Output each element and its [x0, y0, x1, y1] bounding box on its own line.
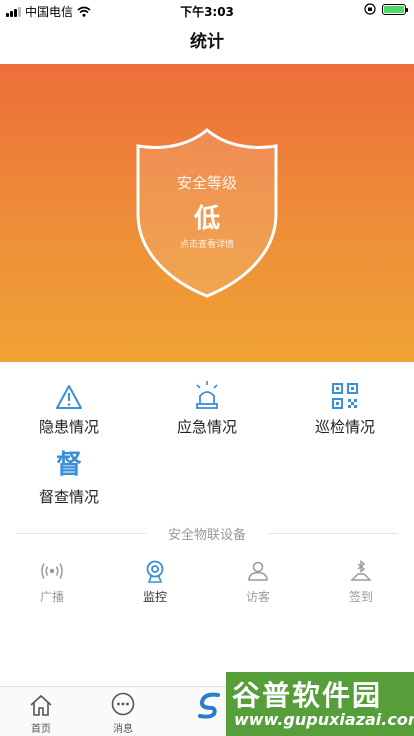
- device-monitor[interactable]: 监控: [110, 560, 200, 605]
- safety-level-value: 低: [193, 204, 220, 234]
- watermark: 谷普软件园 www.gupuxiazai.com: [226, 672, 414, 736]
- page-title: 统计: [190, 32, 224, 52]
- app-logo-icon: [198, 692, 220, 719]
- view-details-hint[interactable]: 点击查看详情: [132, 237, 282, 250]
- supervise-du-icon: 督: [55, 450, 82, 480]
- safety-level-title: 安全等级: [176, 174, 237, 192]
- device-visitor[interactable]: 访客: [213, 560, 303, 605]
- visitor-icon: [248, 561, 268, 581]
- grid-label: 应急情况: [176, 418, 237, 436]
- orientation-lock-icon: [364, 3, 376, 15]
- grid-item-hazards[interactable]: 隐患情况: [9, 376, 129, 437]
- device-checkin[interactable]: 签到: [316, 560, 406, 605]
- grid-item-supervision[interactable]: 督 督查情况: [9, 446, 129, 507]
- status-right: [364, 3, 408, 15]
- grid-item-inspection[interactable]: 巡检情况: [285, 376, 405, 437]
- alarm-light-icon: [196, 381, 218, 409]
- status-bar: 中国电信 下午3:03: [0, 0, 414, 20]
- grid-label: 巡检情况: [314, 418, 375, 436]
- tab-label: 首页: [31, 724, 51, 735]
- camera-icon: [146, 560, 164, 583]
- watermark-logo: 谷普软件园: [232, 679, 383, 712]
- device-label: 广播: [39, 590, 64, 604]
- broadcast-icon: [41, 563, 63, 579]
- safety-level-banner[interactable]: 安全等级 低 点击查看详情: [0, 64, 414, 362]
- bluetooth-checkin-icon: [350, 560, 372, 581]
- device-broadcast[interactable]: 广播: [7, 560, 97, 605]
- tab-home[interactable]: 首页: [6, 691, 76, 735]
- grid-item-emergency[interactable]: 应急情况: [147, 376, 267, 437]
- battery-icon: [382, 3, 408, 15]
- section-title: 安全物联设备: [167, 528, 246, 543]
- warning-triangle-icon: [56, 385, 82, 409]
- watermark-url: www.gupuxiazai.com: [234, 710, 414, 729]
- qr-code-icon: [332, 383, 358, 409]
- device-label: 签到: [348, 590, 373, 604]
- grid-label: 督查情况: [38, 488, 99, 506]
- message-icon: [111, 692, 135, 716]
- device-label: 监控: [142, 590, 167, 604]
- grid-label: 隐患情况: [38, 418, 99, 436]
- device-label: 访客: [245, 590, 270, 604]
- status-time: 下午3:03: [180, 5, 234, 19]
- tab-messages[interactable]: 消息: [88, 691, 158, 735]
- home-icon: [30, 694, 52, 716]
- tab-label: 消息: [113, 724, 133, 735]
